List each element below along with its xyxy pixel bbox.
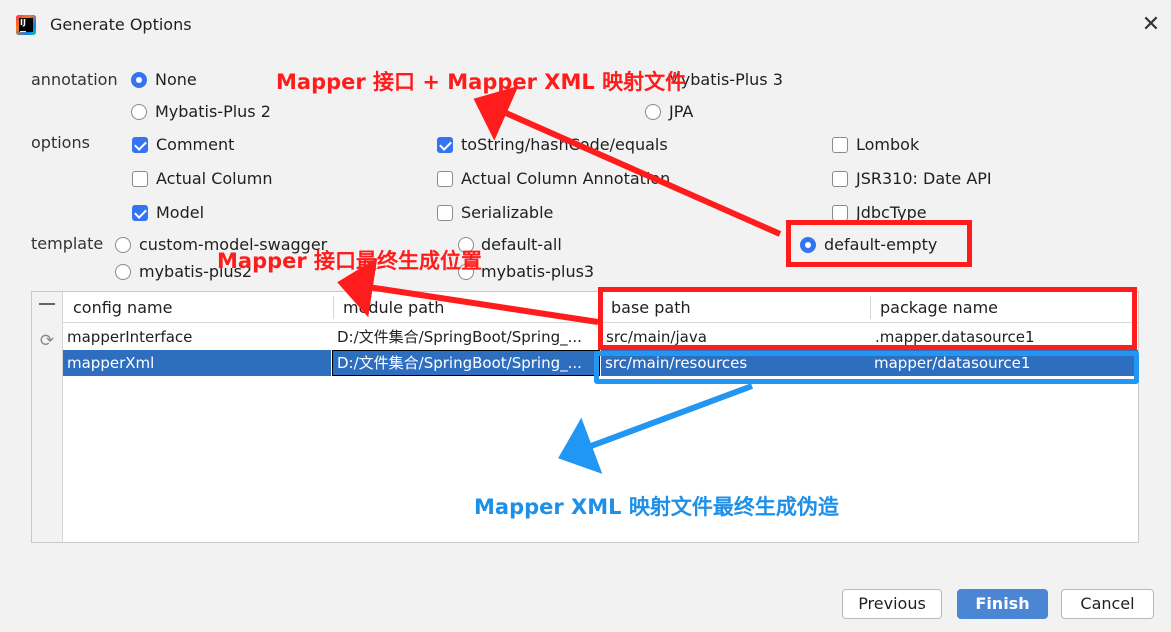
annotation-arrows: [337, 85, 782, 474]
previous-button[interactable]: Previous: [842, 589, 942, 619]
finish-button[interactable]: Finish: [957, 589, 1048, 619]
cancel-button[interactable]: Cancel: [1061, 589, 1154, 619]
arrow-to-bottom-annotation: [558, 383, 754, 474]
arrow-to-top-annotation: [473, 85, 782, 237]
arrow-to-mid-annotation: [337, 258, 599, 325]
